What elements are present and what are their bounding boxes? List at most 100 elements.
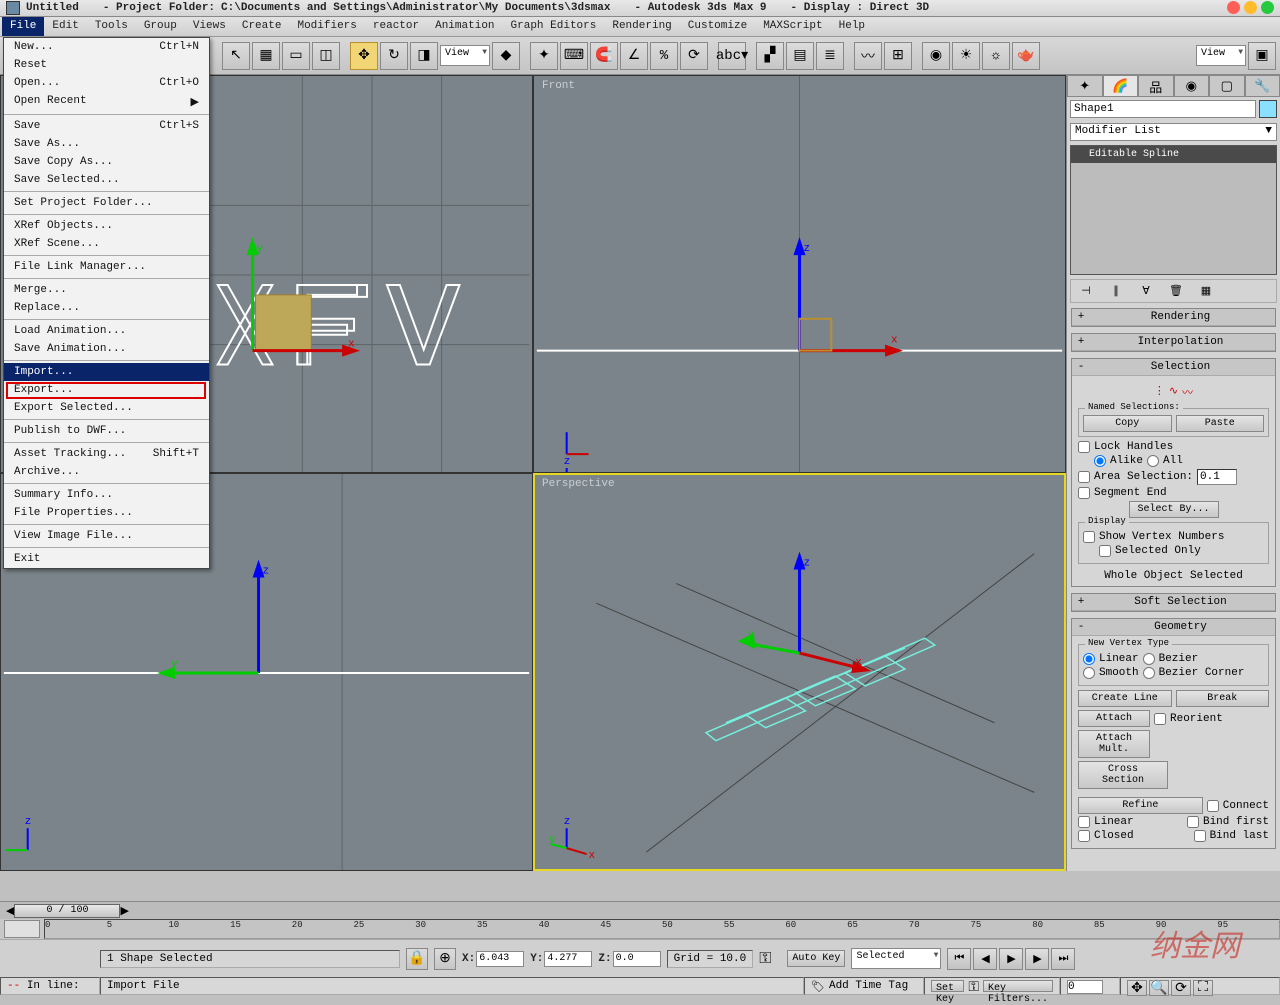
ref-coord-dropdown[interactable]: View <box>440 45 490 66</box>
move-icon[interactable]: ✥ <box>350 42 378 70</box>
tab-modify[interactable]: 🌈 <box>1103 75 1139 97</box>
rollout-selection[interactable]: Selection <box>1088 361 1273 373</box>
menu-modifiers[interactable]: Modifiers <box>289 17 364 36</box>
scale-icon[interactable]: ◨ <box>410 42 438 70</box>
copy-button[interactable]: Copy <box>1083 415 1172 432</box>
attach-button[interactable]: Attach <box>1078 710 1150 727</box>
filemenu-item[interactable]: XRef Objects... <box>4 217 209 235</box>
vertex-subobj-icon[interactable]: ⋮ <box>1154 384 1165 400</box>
object-name-input[interactable] <box>1070 100 1256 118</box>
trackbar-toggle-icon[interactable] <box>4 920 40 938</box>
minimize-traffic-light[interactable] <box>1244 1 1257 14</box>
filemenu-item[interactable]: Load Animation... <box>4 322 209 340</box>
filemenu-item[interactable]: Save As... <box>4 135 209 153</box>
filemenu-item[interactable]: Exit <box>4 550 209 568</box>
keyboard-icon[interactable]: ⌨ <box>560 42 588 70</box>
next-frame-icon[interactable]: ▶ <box>1025 948 1049 970</box>
filemenu-item[interactable]: File Properties... <box>4 504 209 522</box>
rollout-rendering[interactable]: Rendering <box>1088 311 1273 323</box>
rotate-icon[interactable]: ↻ <box>380 42 408 70</box>
menu-grapheditors[interactable]: Graph Editors <box>503 17 605 36</box>
filemenu-item[interactable]: Merge... <box>4 281 209 299</box>
named-sel-icon[interactable]: abc▾ <box>718 42 746 70</box>
key-large-icon[interactable]: ⚿ <box>968 980 979 992</box>
manipulate-icon[interactable]: ✦ <box>530 42 558 70</box>
angle-snap-icon[interactable]: ∠ <box>620 42 648 70</box>
menu-tools[interactable]: Tools <box>87 17 136 36</box>
smooth-radio[interactable] <box>1083 667 1095 679</box>
quick-render-icon[interactable]: 🫖 <box>1012 42 1040 70</box>
connect-check[interactable] <box>1207 800 1219 812</box>
spinner-snap-icon[interactable]: ⟳ <box>680 42 708 70</box>
viewport-perspective[interactable]: Perspective z x y <box>533 473 1066 871</box>
select-by-name-icon[interactable]: ▦ <box>252 42 280 70</box>
make-unique-icon[interactable]: ∀ <box>1137 283 1155 299</box>
lock-handles-check[interactable] <box>1078 441 1090 453</box>
menu-edit[interactable]: Edit <box>44 17 86 36</box>
render-view-dropdown[interactable]: View <box>1196 45 1246 66</box>
bind-last-check[interactable] <box>1194 830 1206 842</box>
break-button[interactable]: Break <box>1176 690 1270 707</box>
percent-snap-icon[interactable]: % <box>650 42 678 70</box>
paste-button[interactable]: Paste <box>1176 415 1265 432</box>
goto-end-icon[interactable]: ⏭ <box>1051 948 1075 970</box>
mirror-icon[interactable]: ▞ <box>756 42 784 70</box>
menu-views[interactable]: Views <box>185 17 234 36</box>
filemenu-item[interactable]: Open Recent▶ <box>4 92 209 112</box>
filemenu-item[interactable]: Export Selected... <box>4 399 209 417</box>
set-key-button[interactable]: Set Key <box>931 980 964 992</box>
tab-utilities[interactable]: 🔧 <box>1245 75 1280 97</box>
menu-help[interactable]: Help <box>831 17 873 36</box>
rect-select-icon[interactable]: ▭ <box>282 42 310 70</box>
linear-radio[interactable] <box>1083 653 1095 665</box>
attach-mult-button[interactable]: Attach Mult. <box>1078 730 1150 758</box>
trackbar[interactable]: 0510152025303540455055606570758085909510… <box>44 919 1280 939</box>
filemenu-item[interactable]: Replace... <box>4 299 209 317</box>
current-frame-input[interactable] <box>1067 980 1103 994</box>
bezier-radio[interactable] <box>1143 653 1155 665</box>
key-icon[interactable]: ⚿ <box>759 950 771 968</box>
alike-radio[interactable] <box>1094 455 1106 467</box>
layer-icon[interactable]: ≣ <box>816 42 844 70</box>
lock-selection-icon[interactable]: 🔒 <box>406 948 428 970</box>
nav-pan-icon[interactable]: ✥ <box>1127 980 1147 996</box>
modifier-stack[interactable]: Editable Spline <box>1070 145 1277 275</box>
filemenu-item[interactable]: Reset <box>4 56 209 74</box>
viewport-front[interactable]: Front z x z x <box>533 75 1066 473</box>
bind-first-check[interactable] <box>1187 816 1199 828</box>
filemenu-item[interactable]: Publish to DWF... <box>4 422 209 440</box>
object-color-swatch[interactable] <box>1259 100 1277 118</box>
filemenu-item[interactable]: View Image File... <box>4 527 209 545</box>
filemenu-item[interactable]: XRef Scene... <box>4 235 209 253</box>
create-line-button[interactable]: Create Line <box>1078 690 1172 707</box>
tab-hierarchy[interactable]: 品 <box>1138 75 1174 97</box>
goto-start-icon[interactable]: ⏮ <box>947 948 971 970</box>
area-selection-check[interactable] <box>1078 471 1090 483</box>
key-mode-dropdown[interactable]: Selected <box>851 948 941 969</box>
segment-subobj-icon[interactable]: ∿ <box>1169 384 1178 400</box>
frame-fwd-icon[interactable]: ▶ <box>120 904 128 918</box>
use-center-icon[interactable]: ◆ <box>492 42 520 70</box>
all-radio[interactable] <box>1147 455 1159 467</box>
filemenu-item[interactable]: New...Ctrl+N <box>4 38 209 56</box>
close-traffic-light[interactable] <box>1227 1 1240 14</box>
remove-modifier-icon[interactable]: 🗑 <box>1167 283 1185 299</box>
area-selection-value[interactable]: 0.1 <box>1197 469 1237 485</box>
menu-customize[interactable]: Customize <box>680 17 755 36</box>
filemenu-item[interactable]: Open...Ctrl+O <box>4 74 209 92</box>
curve-editor-icon[interactable]: 〰 <box>854 42 882 70</box>
menu-create[interactable]: Create <box>234 17 290 36</box>
filemenu-item[interactable]: Asset Tracking...Shift+T <box>4 445 209 463</box>
menu-group[interactable]: Group <box>136 17 185 36</box>
spline-subobj-icon[interactable]: 〰 <box>1182 384 1193 400</box>
filemenu-item[interactable]: Import... <box>4 363 209 381</box>
filemenu-item[interactable]: Save Animation... <box>4 340 209 358</box>
filemenu-item[interactable]: Export... <box>4 381 209 399</box>
bezier-corner-radio[interactable] <box>1143 667 1155 679</box>
align-icon[interactable]: ▤ <box>786 42 814 70</box>
tab-create[interactable]: ✦ <box>1067 75 1103 97</box>
pin-stack-icon[interactable]: ⊣ <box>1077 283 1095 299</box>
cross-section-button[interactable]: Cross Section <box>1078 761 1168 789</box>
time-slider-bar[interactable]: ◀ 0 / 100 ▶ <box>0 901 1280 919</box>
refine-button[interactable]: Refine <box>1078 797 1203 814</box>
